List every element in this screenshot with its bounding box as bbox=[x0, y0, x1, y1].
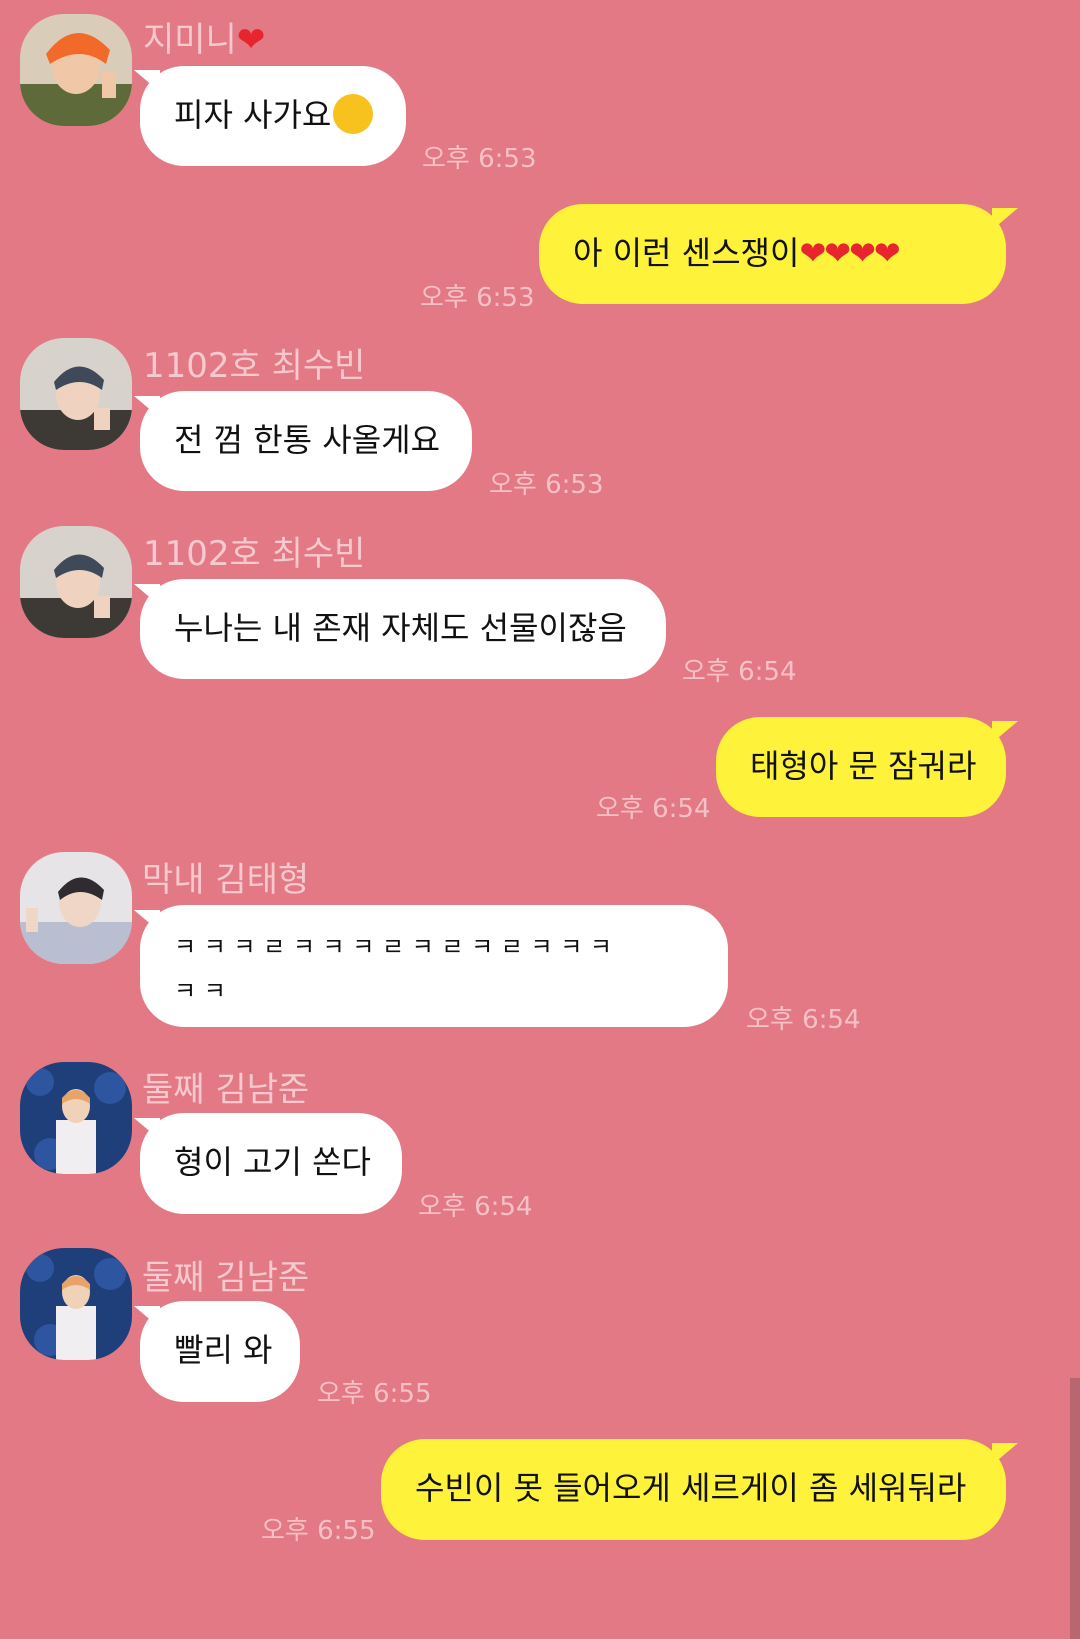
message-bubble[interactable]: 누나는 내 존재 자체도 선물이잖음 bbox=[140, 579, 666, 679]
grinning-squinting-face-emoji-icon bbox=[333, 94, 374, 134]
sender-name: 막내 김태형 bbox=[142, 860, 310, 900]
message-time: 오후 6:53 bbox=[420, 283, 535, 313]
message-text: 전 껌 한통 사올게요 bbox=[174, 421, 441, 459]
heart-icon: ❤ bbox=[236, 20, 266, 60]
sender-name: 지미니❤ bbox=[143, 12, 265, 61]
avatar-jimin[interactable] bbox=[20, 14, 132, 126]
message-time: 오후 6:53 bbox=[489, 470, 604, 500]
bubble-tail bbox=[992, 721, 1018, 743]
hearts-icon: ❤❤❤❤ bbox=[799, 234, 900, 272]
bubble-tail bbox=[992, 1443, 1018, 1465]
message-time: 오후 6:54 bbox=[418, 1192, 533, 1222]
message-text: 피자 사가요 bbox=[174, 96, 332, 134]
message-time: 오후 6:55 bbox=[261, 1516, 376, 1546]
sender-name: 둘째 김남준 bbox=[142, 1258, 310, 1298]
sender-name: 1102호 최수빈 bbox=[143, 534, 366, 574]
message-text: 형이 고기 쏜다 bbox=[174, 1143, 371, 1181]
message-bubble[interactable]: 빨리 와 bbox=[140, 1301, 300, 1402]
sender-name: 둘째 김남준 bbox=[142, 1070, 310, 1110]
message-bubble-outgoing[interactable]: 태형아 문 잠궈라 bbox=[716, 717, 1006, 817]
avatar-soobin-image bbox=[20, 526, 132, 638]
message-bubble[interactable]: ㅋ ㅋ ㅋ ㄹ ㅋ ㅋ ㅋ ㄹ ㅋ ㄹ ㅋ ㄹ ㅋ ㅋ ㅋ ㅋ ㅋ bbox=[140, 905, 728, 1027]
chat-area[interactable]: 지미니❤ 피자 사가요 오후 6:53 아 이런 센스쟁이❤❤❤❤ 오후 6:5… bbox=[0, 0, 1080, 1639]
avatar-namjoon[interactable] bbox=[20, 1248, 132, 1360]
message-time: 오후 6:54 bbox=[746, 1005, 861, 1035]
message-text: 누나는 내 존재 자체도 선물이잖음 bbox=[174, 609, 627, 647]
avatar-soobin-image bbox=[20, 338, 132, 450]
message-text: 수빈이 못 들어오게 세르게이 좀 세워둬라 bbox=[415, 1469, 967, 1507]
avatar-soobin[interactable] bbox=[20, 526, 132, 638]
message-text: 태형아 문 잠궈라 bbox=[750, 747, 977, 785]
message-time: 오후 6:54 bbox=[596, 794, 711, 824]
avatar-namjoon-image bbox=[20, 1062, 132, 1174]
message-text: 아 이런 센스쟁이 bbox=[573, 234, 800, 272]
message-time: 오후 6:54 bbox=[682, 657, 797, 687]
avatar-namjoon-image bbox=[20, 1248, 132, 1360]
message-bubble[interactable]: 피자 사가요 bbox=[140, 66, 406, 166]
message-bubble[interactable]: 형이 고기 쏜다 bbox=[140, 1113, 402, 1214]
avatar-soobin[interactable] bbox=[20, 338, 132, 450]
avatar-taehyung[interactable] bbox=[20, 852, 132, 964]
scrollbar[interactable] bbox=[1070, 1378, 1080, 1639]
message-time: 오후 6:53 bbox=[422, 144, 537, 174]
message-text-line2: ㅋ ㅋ bbox=[174, 977, 226, 1005]
message-bubble-outgoing[interactable]: 수빈이 못 들어오게 세르게이 좀 세워둬라 bbox=[381, 1439, 1006, 1540]
message-time: 오후 6:55 bbox=[317, 1379, 432, 1409]
sender-name-text: 지미니 bbox=[143, 20, 237, 60]
bubble-tail bbox=[992, 208, 1018, 230]
message-bubble-outgoing[interactable]: 아 이런 센스쟁이❤❤❤❤ bbox=[539, 204, 1006, 304]
sender-name: 1102호 최수빈 bbox=[143, 346, 366, 386]
message-text: 빨리 와 bbox=[174, 1331, 273, 1369]
avatar-namjoon[interactable] bbox=[20, 1062, 132, 1174]
avatar-taehyung-image bbox=[20, 852, 132, 964]
avatar-jimin-image bbox=[20, 14, 132, 126]
message-text-line1: ㅋ ㅋ ㅋ ㄹ ㅋ ㅋ ㅋ ㄹ ㅋ ㄹ ㅋ ㄹ ㅋ ㅋ ㅋ bbox=[174, 933, 613, 961]
message-bubble[interactable]: 전 껌 한통 사올게요 bbox=[140, 391, 472, 491]
